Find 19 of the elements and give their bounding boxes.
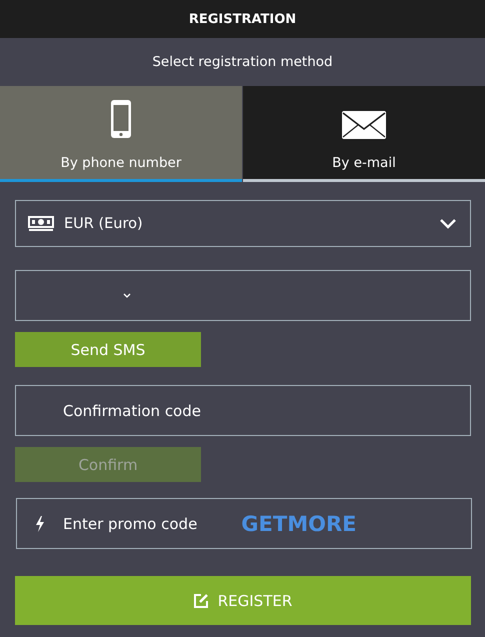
subtitle: Select registration method	[152, 54, 333, 70]
phone-icon	[110, 99, 132, 139]
promo-code-field[interactable]: Enter promo code GETMORE	[16, 498, 472, 549]
envelope-icon	[342, 111, 386, 139]
header-title: REGISTRATION	[188, 12, 296, 26]
send-sms-button[interactable]: Send SMS	[15, 332, 201, 367]
chevron-down-icon	[440, 218, 456, 228]
confirmation-code-field[interactable]: Confirmation code	[15, 385, 471, 436]
banknote-icon	[28, 216, 54, 232]
promo-code-label: GETMORE	[241, 512, 356, 536]
lightning-icon	[35, 516, 45, 532]
method-tab[interactable]: By phone number	[0, 86, 242, 182]
promo-placeholder: Enter promo code	[63, 514, 198, 532]
chevron-down-icon	[123, 293, 131, 298]
phone-field[interactable]	[15, 270, 471, 321]
currency-select[interactable]: EUR (Euro)	[15, 200, 471, 247]
edit-icon	[194, 594, 208, 608]
method-tab[interactable]: By e-mail	[243, 86, 485, 182]
currency-value: EUR (Euro)	[64, 216, 144, 232]
